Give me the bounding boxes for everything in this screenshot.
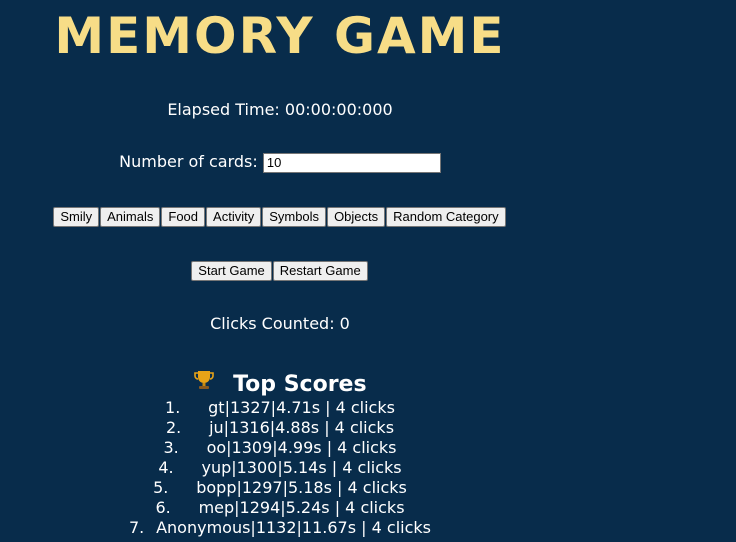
category-animals-button[interactable]: Animals: [100, 207, 161, 227]
category-random-button[interactable]: Random Category: [386, 207, 506, 227]
restart-game-button[interactable]: Restart Game: [272, 261, 368, 281]
elapsed-time-value: 00:00:00:000: [284, 100, 393, 119]
game-controls: Start Game Restart Game: [0, 261, 560, 281]
score-entry: 5. bopp|1297|5.18s | 4 clicks: [0, 478, 560, 498]
score-rank: 2.: [165, 418, 182, 437]
score-text: gt|1327|4.71s | 4 clicks: [208, 398, 395, 417]
score-text: mep|1294|5.24s | 4 clicks: [198, 498, 405, 517]
score-text: yup|1300|5.14s | 4 clicks: [201, 458, 402, 477]
score-text: oo|1309|4.99s | 4 clicks: [206, 438, 397, 457]
score-entry: 6. mep|1294|5.24s | 4 clicks: [0, 498, 560, 518]
elapsed-time: Elapsed Time: 00:00:00:000: [0, 100, 560, 120]
top-scores-title: Top Scores: [233, 372, 367, 397]
score-entry: 3. oo|1309|4.99s | 4 clicks: [0, 438, 560, 458]
clicks-counted-value: 0: [339, 314, 350, 333]
category-objects-button[interactable]: Objects: [327, 207, 386, 227]
score-rank: 5.: [153, 478, 169, 497]
top-scores-list: 1. gt|1327|4.71s | 4 clicks 2. ju|1316|4…: [0, 398, 560, 538]
category-food-button[interactable]: Food: [161, 207, 206, 227]
score-entry: 7. Anonymous|1132|11.67s | 4 clicks: [0, 518, 560, 538]
score-entry: 2. ju|1316|4.88s | 4 clicks: [0, 418, 560, 438]
memory-game-page: MEMORY GAME Elapsed Time: 00:00:00:000 N…: [0, 0, 736, 542]
score-rank: 6.: [155, 498, 171, 517]
category-buttons: Smily Animals Food Activity Symbols Obje…: [0, 207, 560, 227]
start-game-button[interactable]: Start Game: [191, 261, 272, 281]
score-text: bopp|1297|5.18s | 4 clicks: [196, 478, 407, 497]
number-of-cards-input[interactable]: [262, 152, 441, 173]
score-entry: 1. gt|1327|4.71s | 4 clicks: [0, 398, 560, 418]
number-of-cards-row: Number of cards:: [0, 151, 560, 173]
score-rank: 1.: [165, 398, 181, 417]
score-text: Anonymous|1132|11.67s | 4 clicks: [156, 518, 431, 537]
clicks-counted: Clicks Counted: 0: [0, 314, 560, 334]
elapsed-time-label: Elapsed Time:: [167, 100, 280, 119]
category-activity-button[interactable]: Activity: [206, 207, 262, 227]
clicks-counted-label: Clicks Counted:: [210, 314, 335, 333]
category-symbols-button[interactable]: Symbols: [262, 207, 327, 227]
score-rank: 7.: [129, 518, 145, 537]
score-entry: 4. yup|1300|5.14s | 4 clicks: [0, 458, 560, 478]
trophy-icon: [193, 369, 215, 398]
category-smily-button[interactable]: Smily: [53, 207, 100, 227]
top-scores-heading: Top Scores: [0, 369, 560, 399]
score-rank: 4.: [158, 458, 174, 477]
page-title: MEMORY GAME: [54, 7, 506, 65]
score-text: ju|1316|4.88s | 4 clicks: [209, 418, 395, 437]
score-rank: 3.: [163, 438, 179, 457]
number-of-cards-label: Number of cards:: [119, 152, 258, 171]
